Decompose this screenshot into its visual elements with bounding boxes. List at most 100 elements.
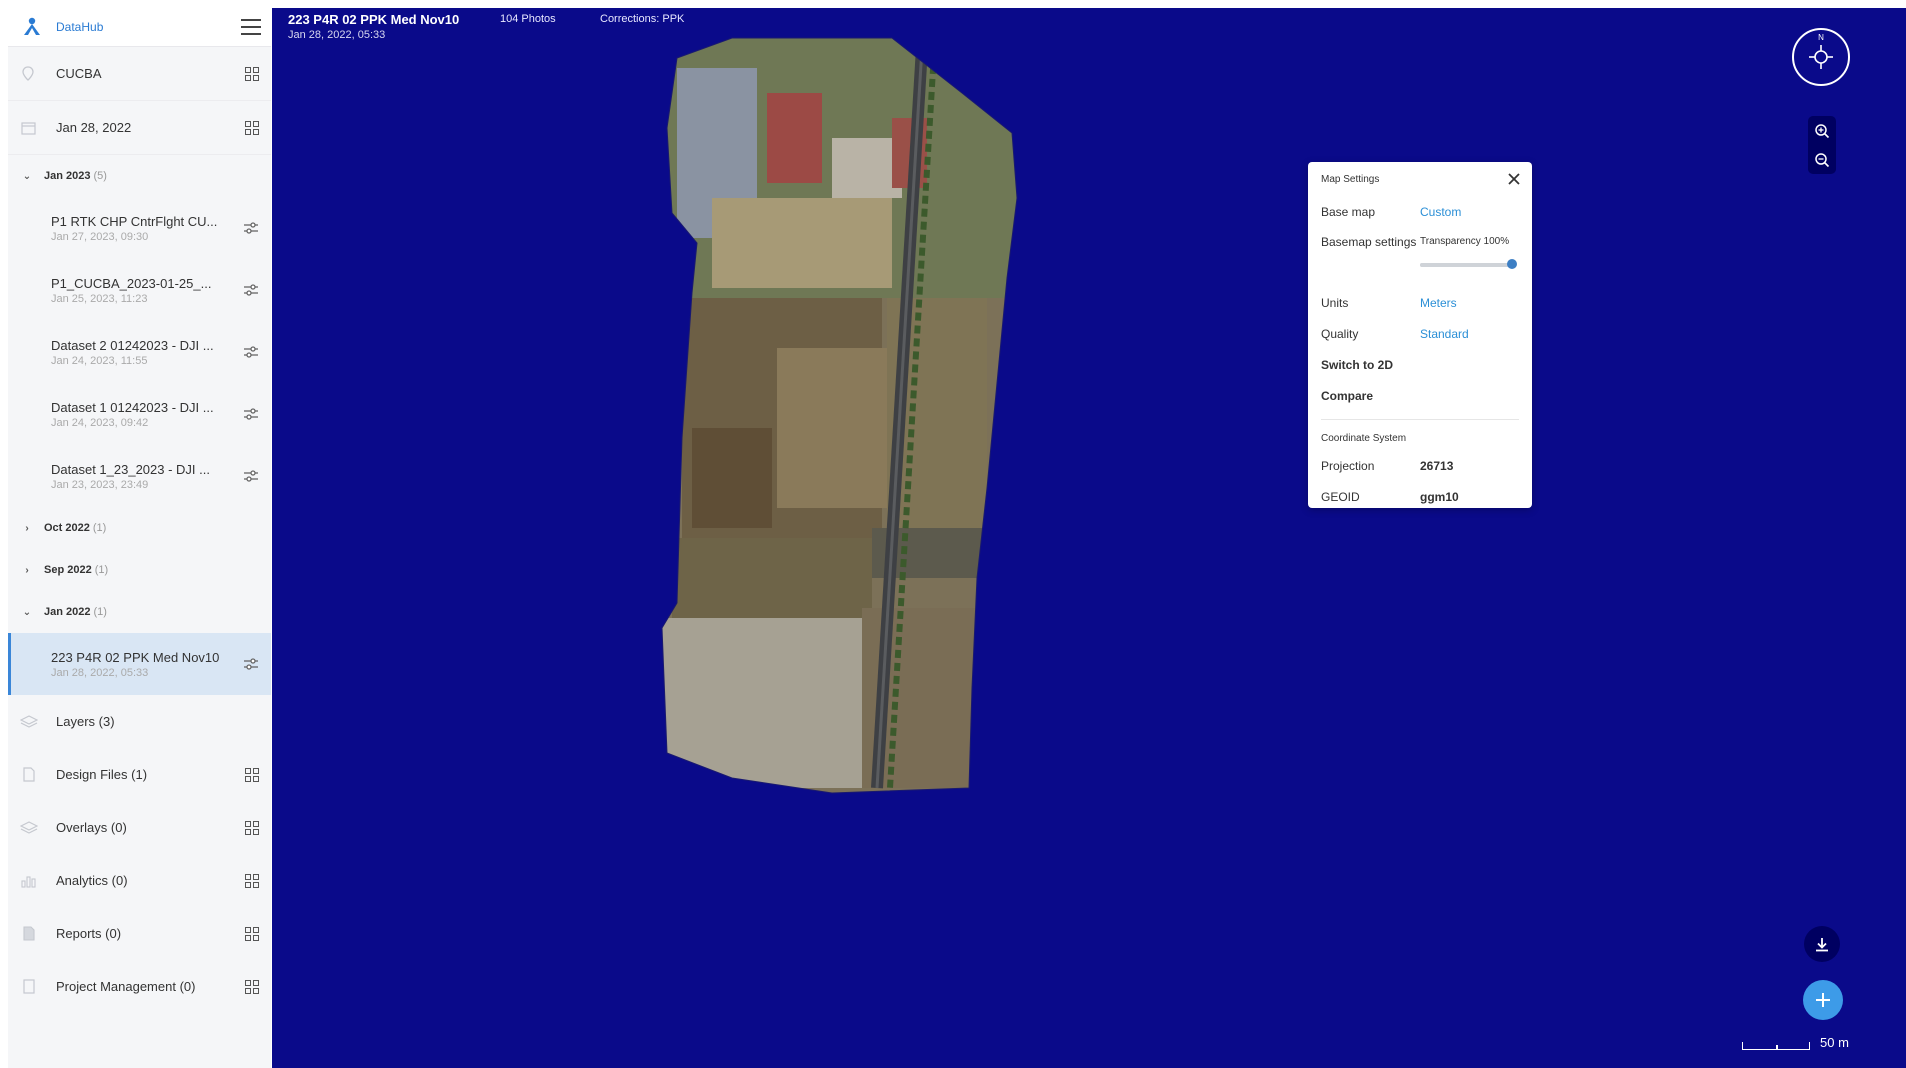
orthomosaic-image	[661, 37, 1018, 794]
section-label: Project Management (0)	[56, 979, 196, 994]
project-name: CUCBA	[56, 66, 102, 81]
group-label: Oct 2022	[44, 522, 90, 534]
clipboard-icon	[20, 978, 38, 996]
dataset-date: Jan 25, 2023, 11:23	[51, 292, 148, 305]
map-settings-panel: Map Settings Base map Custom Basemap set…	[1308, 162, 1532, 508]
section-label: Design Files (1)	[56, 767, 148, 782]
scale-bar-line	[1742, 1042, 1810, 1050]
grid-icon[interactable]	[245, 873, 259, 888]
zoom-in-icon[interactable]	[1808, 116, 1836, 145]
grid-icon[interactable]	[245, 120, 259, 135]
add-button[interactable]	[1803, 980, 1843, 1020]
dataset-item[interactable]: P1_CUCBA_2023-01-25_... Jan 25, 2023, 11…	[8, 259, 271, 321]
sidebar: DataHub CUCBA Jan 28, 2022 ⌄ Jan 2023 (5…	[8, 8, 271, 1068]
dataset-title: Dataset 1_23_2023 - DJI ...	[51, 461, 210, 477]
grid-icon[interactable]	[245, 767, 259, 782]
grid-icon[interactable]	[245, 979, 259, 994]
units-row: Units Meters	[1308, 287, 1532, 318]
group-sep-2022[interactable]: › Sep 2022 (1)	[8, 549, 271, 591]
sliders-icon[interactable]	[243, 657, 259, 671]
date-row[interactable]: Jan 28, 2022	[8, 101, 271, 155]
sliders-icon[interactable]	[243, 469, 259, 483]
close-icon[interactable]	[1506, 171, 1522, 187]
section-analytics[interactable]: Analytics (0)	[8, 854, 271, 907]
geoid-value: ggm10	[1420, 489, 1459, 504]
compare-button[interactable]: Compare	[1308, 380, 1532, 411]
grid-icon[interactable]	[245, 820, 259, 835]
corrections-label: Corrections: PPK	[600, 13, 685, 25]
map-view[interactable]: 223 P4R 02 PPK Med Nov10 Jan 28, 2022, 0…	[272, 8, 1906, 1068]
selected-date: Jan 28, 2022	[56, 120, 132, 135]
pin-icon	[20, 66, 36, 82]
coordinate-system-title: Coordinate System	[1321, 432, 1407, 444]
chevron-right-icon: ›	[25, 564, 29, 576]
chevron-down-icon: ⌄	[22, 606, 32, 618]
download-icon[interactable]	[1804, 926, 1840, 962]
report-icon	[20, 925, 38, 943]
file-icon	[20, 766, 38, 784]
section-reports[interactable]: Reports (0)	[8, 907, 271, 960]
group-count: (1)	[93, 606, 107, 618]
grid-icon[interactable]	[245, 66, 259, 81]
group-count: (5)	[93, 170, 107, 182]
dataset-title: 223 P4R 02 PPK Med Nov10	[288, 12, 460, 27]
setting-label: GEOID	[1321, 489, 1360, 504]
dataset-title: 223 P4R 02 PPK Med Nov10	[51, 649, 220, 665]
scale-bar: 50 m	[1742, 1035, 1849, 1050]
compass-north-label: N	[1818, 33, 1824, 42]
group-oct-2022[interactable]: › Oct 2022 (1)	[8, 507, 271, 549]
zoom-out-icon[interactable]	[1808, 145, 1836, 174]
transparency-label: Transparency 100%	[1420, 236, 1510, 247]
group-label: Jan 2022	[44, 606, 91, 618]
menu-icon[interactable]	[241, 19, 261, 35]
bar-chart-icon	[20, 872, 38, 890]
section-overlays[interactable]: Overlays (0)	[8, 801, 271, 854]
group-jan-2023[interactable]: ⌄ Jan 2023 (5)	[8, 155, 271, 197]
dataset-item-selected[interactable]: 223 P4R 02 PPK Med Nov10 Jan 28, 2022, 0…	[8, 633, 271, 695]
brand-bar: DataHub	[8, 8, 271, 47]
dataset-item[interactable]: Dataset 1_23_2023 - DJI ... Jan 23, 2023…	[8, 445, 271, 507]
group-jan-2022[interactable]: ⌄ Jan 2022 (1)	[8, 591, 271, 633]
sliders-icon[interactable]	[243, 407, 259, 421]
dataset-date: Jan 23, 2023, 23:49	[51, 478, 149, 491]
dataset-item[interactable]: Dataset 1 01242023 - DJI ... Jan 24, 202…	[8, 383, 271, 445]
section-label: Overlays (0)	[56, 820, 127, 835]
dataset-item[interactable]: Dataset 2 01242023 - DJI ... Jan 24, 202…	[8, 321, 271, 383]
chevron-right-icon: ›	[25, 522, 29, 534]
group-label: Sep 2022	[44, 564, 92, 576]
calendar-icon	[20, 120, 36, 136]
dataset-date: Jan 27, 2023, 09:30	[51, 230, 149, 243]
section-design-files[interactable]: Design Files (1)	[8, 748, 271, 801]
dataset-title: P1 RTK CHP CntrFlght CU...	[51, 213, 218, 229]
transparency-slider[interactable]	[1420, 259, 1517, 269]
section-layers[interactable]: Layers (3)	[8, 695, 271, 748]
dataset-item[interactable]: P1 RTK CHP CntrFlght CU... Jan 27, 2023,…	[8, 197, 271, 259]
sliders-icon[interactable]	[243, 345, 259, 359]
dataset-date: Jan 24, 2023, 09:42	[51, 416, 149, 429]
units-link[interactable]: Meters	[1420, 296, 1457, 310]
projection-value: 26713	[1420, 458, 1454, 473]
chevron-down-icon: ⌄	[22, 170, 32, 182]
section-project-management[interactable]: Project Management (0)	[8, 960, 271, 1013]
setting-label: Base map	[1321, 204, 1376, 219]
section-label: Analytics (0)	[56, 873, 128, 888]
transparency-slider-fill	[1420, 263, 1512, 267]
dataset-date: Jan 24, 2023, 11:55	[51, 354, 148, 367]
setting-label: Units	[1321, 295, 1349, 310]
zoom-controls	[1808, 116, 1836, 174]
project-row[interactable]: CUCBA	[8, 47, 271, 101]
compass-icon[interactable]: N	[1792, 28, 1850, 86]
sliders-icon[interactable]	[243, 221, 259, 235]
grid-icon[interactable]	[245, 926, 259, 941]
section-label: Reports (0)	[56, 926, 122, 941]
switch-to-2d-button[interactable]: Switch to 2D	[1308, 349, 1532, 380]
divider	[1321, 419, 1519, 420]
dataset-date: Jan 28, 2022, 05:33	[288, 29, 386, 41]
dataset-header: 223 P4R 02 PPK Med Nov10 Jan 28, 2022, 0…	[288, 12, 459, 41]
slider-handle[interactable]	[1507, 259, 1517, 269]
quality-link[interactable]: Standard	[1420, 327, 1469, 341]
base-map-link[interactable]: Custom	[1420, 205, 1461, 219]
dataset-date: Jan 28, 2022, 05:33	[51, 666, 149, 679]
sliders-icon[interactable]	[243, 283, 259, 297]
projection-row: Projection 26713	[1308, 450, 1532, 481]
